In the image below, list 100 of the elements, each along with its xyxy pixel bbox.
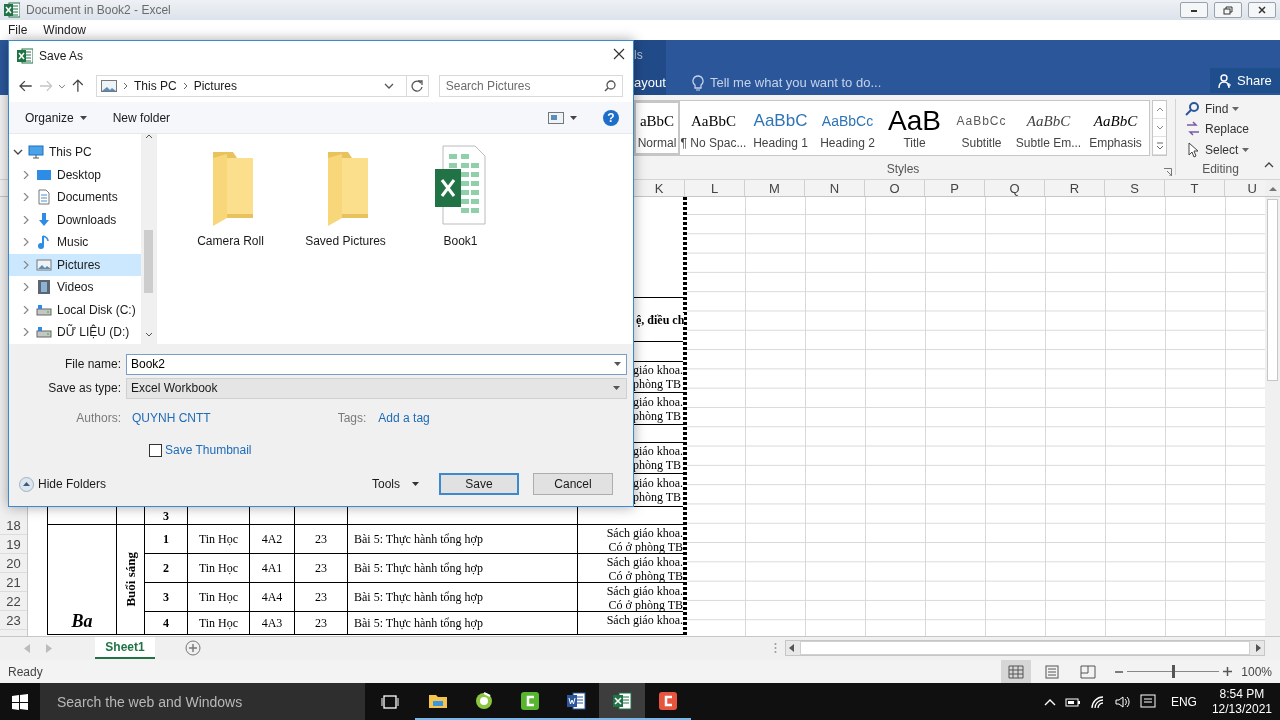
new-folder-button[interactable]: New folder (112, 110, 171, 125)
table-cell: Tin Học (198, 561, 239, 575)
group-label: Styles (886, 162, 920, 176)
file-name-field[interactable]: Book2 (126, 353, 627, 375)
style-gallery-item[interactable]: AaBbCc Subtitle (948, 101, 1015, 155)
dialog-title: Save As (39, 48, 84, 63)
column-header[interactable]: L (685, 180, 745, 196)
hide-folders-button[interactable]: Hide Folders (19, 476, 107, 492)
folder-item[interactable]: Camera Roll (173, 144, 288, 248)
authors-field[interactable]: QUYNH CNTT (132, 411, 211, 425)
column-header[interactable]: O (865, 180, 925, 196)
row-header[interactable]: 19 (0, 535, 27, 554)
style-gallery-item[interactable]: AaBbC ¶ No Spac... (680, 101, 747, 155)
table-cell: giáo khoa. phòng TB (633, 444, 683, 472)
table-cell: 2 (163, 561, 169, 575)
table-cell: ệ, điều ch (636, 312, 685, 327)
menu-item[interactable]: File (8, 23, 28, 37)
table-cell: Bài 5: Thực hành tổng hợp (354, 616, 483, 630)
row-header[interactable]: 22 (0, 592, 27, 611)
row-header[interactable]: 20 (0, 554, 27, 573)
table-cell: 1 (163, 532, 169, 546)
tree-item[interactable]: Music (9, 231, 141, 254)
share-button[interactable]: Share (1210, 68, 1280, 93)
table-cell: 4A4 (261, 590, 283, 604)
cancel-button[interactable]: Cancel (533, 473, 613, 495)
table-cell: Buổi sáng (123, 552, 138, 607)
row-header[interactable]: 18 (0, 516, 27, 535)
style-gallery-item[interactable]: AaBbC Heading 1 (747, 101, 814, 155)
file-type-dropdown[interactable]: Excel Workbook (126, 377, 627, 399)
tree-item[interactable]: DỮ LIỆU (D:) (9, 321, 141, 344)
row-header[interactable]: 21 (0, 573, 27, 592)
tree-item[interactable]: This PC (9, 141, 141, 164)
table-cell: 23 (315, 590, 327, 604)
editing-button[interactable]: Select (1179, 139, 1262, 160)
table-cell: Tin Học (198, 590, 239, 604)
help-button[interactable]: ? (603, 109, 619, 126)
ribbon-tab[interactable]: ayout (634, 75, 666, 90)
table-cell: 4 (163, 616, 169, 630)
contextual-tab-header: ls (634, 48, 643, 62)
workbook-item[interactable]: Book1 (403, 144, 518, 248)
table-cell: Bài 5: Thực hành tổng hợp (354, 561, 483, 575)
breadcrumb-item[interactable]: This PC (133, 79, 177, 93)
tree-item[interactable]: Videos (9, 276, 141, 299)
column-header[interactable]: R (1045, 180, 1105, 196)
style-gallery-item[interactable]: AaB Title (881, 101, 948, 155)
column-header[interactable]: U (1225, 180, 1265, 196)
tree-item[interactable]: Documents (9, 186, 141, 209)
zoom-level[interactable]: 100% (1232, 664, 1280, 679)
editing-button[interactable]: Replace (1179, 119, 1262, 140)
search-field[interactable]: Search the web and Windows (40, 683, 365, 720)
checkbox-label[interactable]: Save Thumbnail (165, 443, 252, 457)
folder-item[interactable]: Saved Pictures (288, 144, 403, 248)
window-title: Document in Book2 - Excel (26, 3, 171, 17)
tree-item[interactable]: Pictures (9, 253, 141, 276)
table-cell: 23 (315, 561, 327, 575)
tell-me-field[interactable]: Tell me what you want to do... (710, 75, 882, 90)
table-cell: Ba (71, 611, 93, 632)
editing-button[interactable]: Find (1179, 99, 1262, 120)
tags-field[interactable]: Add a tag (378, 411, 430, 425)
table-cell: Bài 5: Thực hành tổng hợp (354, 590, 483, 604)
table-cell: 23 (315, 532, 327, 546)
tree-item[interactable]: Desktop (9, 163, 141, 186)
column-header[interactable]: T (1165, 180, 1225, 196)
save-button[interactable]: Save (439, 473, 519, 495)
row-header[interactable]: 23 (0, 611, 27, 630)
style-gallery-item[interactable]: AaBbCc Heading 2 (814, 101, 881, 155)
style-gallery-item[interactable]: AaBbC Subtle Em... (1015, 101, 1082, 155)
column-header[interactable]: M (745, 180, 805, 196)
tree-item[interactable]: Downloads (9, 208, 141, 231)
group-label: Editing (1202, 162, 1239, 177)
table-cell: 3 (163, 508, 169, 523)
address-bar[interactable]: This PC Pictures (95, 75, 408, 97)
table-cell: 3 (163, 590, 169, 604)
table-cell: 4A2 (261, 532, 283, 546)
tools-button[interactable]: Tools (372, 477, 419, 491)
table-cell: Tin Học (198, 532, 239, 546)
field-label: Tags: (337, 411, 367, 425)
column-header[interactable]: S (1105, 180, 1165, 196)
style-gallery-item[interactable]: aBbC Normal (634, 101, 680, 155)
column-header[interactable]: P (925, 180, 985, 196)
table-cell: Tin Học (198, 616, 239, 630)
column-header[interactable]: N (805, 180, 865, 196)
menu-item[interactable]: Window (43, 23, 87, 37)
table-cell: 4A1 (261, 561, 283, 575)
field-label: File name: (63, 357, 122, 371)
style-gallery-item[interactable]: AaBbC Emphasis (1082, 101, 1149, 155)
field-label: Authors: (75, 411, 122, 425)
status-text: Ready (8, 664, 43, 679)
column-header[interactable]: Q (985, 180, 1045, 196)
clock[interactable]: 8:54 PM 12/13/2021 (1211, 686, 1272, 717)
organize-button[interactable]: Organize (25, 110, 87, 125)
sheet-tab[interactable]: Sheet1 (95, 637, 155, 659)
table-cell: 23 (315, 616, 327, 630)
table-cell: giáo khoa. phòng TB (633, 394, 683, 423)
breadcrumb-item[interactable]: Pictures (193, 79, 237, 93)
table-cell: Sách giáo khoa. (606, 613, 683, 627)
tree-item[interactable]: Local Disk (C:) (9, 298, 141, 321)
search-field[interactable]: Search Pictures (438, 75, 623, 97)
language-indicator[interactable]: ENG (1170, 694, 1197, 709)
table-cell: 4A3 (261, 616, 283, 630)
